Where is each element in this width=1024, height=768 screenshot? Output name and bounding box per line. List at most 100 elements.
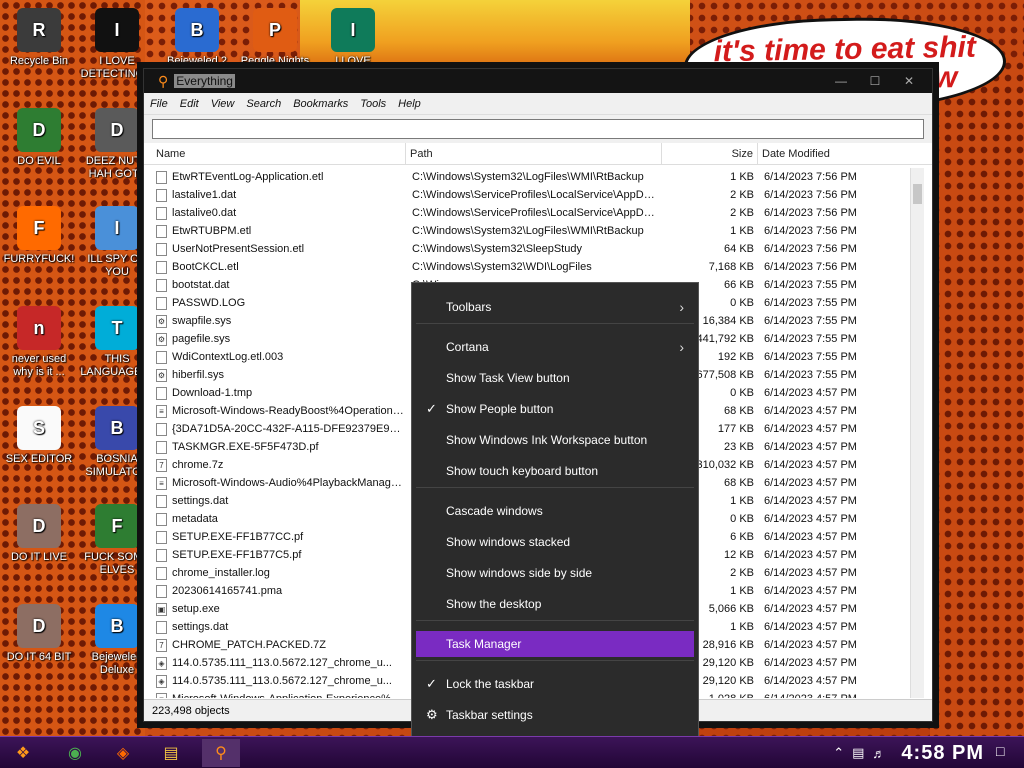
file-size: 2 KB	[730, 189, 754, 201]
file-date: 6/14/2023 7:56 PM	[764, 243, 857, 255]
table-row[interactable]: lastalive1.dat C:\Windows\ServiceProfiles…	[152, 186, 910, 204]
chrome-icon[interactable]: ◉	[56, 739, 94, 767]
search-input[interactable]	[152, 119, 924, 139]
context-menu-item[interactable]: Cortana ›	[416, 334, 694, 360]
file-date: 6/14/2023 7:55 PM	[764, 333, 857, 345]
firefox-icon: F	[17, 206, 61, 250]
file-name: swapfile.sys	[172, 315, 232, 327]
file-name: bootstat.dat	[172, 279, 230, 291]
context-menu-label: Show Task View button	[446, 371, 570, 385]
desktop-icon[interactable]: P Peggle Nights	[238, 8, 312, 68]
context-menu-item[interactable]: ✓ Lock the taskbar	[416, 671, 694, 697]
menu-bookmarks[interactable]: Bookmarks	[293, 98, 348, 110]
everything-search-icon[interactable]: ⚲	[202, 739, 240, 767]
file-name: Microsoft-Windows-ReadyBoost%4Operationa…	[172, 405, 404, 417]
context-menu-item[interactable]: Toolbars ›	[416, 294, 694, 320]
table-row[interactable]: EtwRTUBPM.etl C:\Windows\System32\LogFile…	[152, 222, 910, 240]
search-bar	[144, 115, 932, 143]
minimize-button[interactable]: —	[824, 69, 858, 93]
close-button[interactable]: ✕	[892, 69, 926, 93]
volume-icon[interactable]: ♬	[872, 746, 885, 761]
file-path: C:\Windows\ServiceProfiles\LocalService\…	[412, 189, 660, 201]
list-header: Name Path Size Date Modified	[144, 143, 932, 165]
chevron-up-icon[interactable]: ⌃	[833, 745, 844, 761]
sys-file-icon: ⚙	[156, 315, 167, 328]
file-date: 6/14/2023 7:56 PM	[764, 189, 857, 201]
table-row[interactable]: lastalive0.dat C:\Windows\ServiceProfiles…	[152, 204, 910, 222]
desktop-icon[interactable]: I I LOVE	[316, 8, 390, 68]
file-icon	[156, 423, 167, 436]
context-menu-item[interactable]: Task Manager	[416, 631, 694, 657]
file-icon	[156, 297, 167, 310]
context-menu-item[interactable]: Show touch keyboard button	[416, 458, 694, 484]
desktop-icon[interactable]: F FURRYFUCK!	[2, 206, 76, 266]
menu-search[interactable]: Search	[246, 98, 281, 110]
table-row[interactable]: UserNotPresentSession.etl C:\Windows\Syst…	[152, 240, 910, 258]
start-icon[interactable]: ❖	[4, 739, 42, 767]
menu-view[interactable]: View	[211, 98, 235, 110]
context-menu-item[interactable]: Cascade windows	[416, 498, 694, 524]
desktop-icon[interactable]: S SEX EDITOR	[2, 406, 76, 466]
notification-icon[interactable]: □	[996, 743, 1016, 763]
context-menu-label: Show windows stacked	[446, 535, 571, 549]
desktop-icon-label: Peggle Nights	[240, 55, 310, 67]
clock[interactable]: 4:58 PM	[901, 742, 984, 765]
object-count: 223,498 objects	[152, 705, 230, 717]
file-date: 6/14/2023 7:56 PM	[764, 225, 857, 237]
context-menu-item[interactable]: ⚙ Taskbar settings	[416, 702, 694, 728]
file-explorer-icon[interactable]: ▤	[152, 739, 190, 767]
file-name: chrome.7z	[172, 459, 224, 471]
file-name: Microsoft-Windows-Application-Experience…	[172, 690, 404, 698]
file-name: CHROME_PATCH.PACKED.7Z	[172, 639, 327, 651]
file-name: EtwRTUBPM.etl	[172, 225, 252, 237]
file-date: 6/14/2023 4:57 PM	[764, 675, 857, 687]
column-header-path[interactable]: Path	[406, 143, 662, 165]
portrait-icon: D	[17, 504, 61, 548]
file-icon	[156, 387, 167, 400]
vertical-scrollbar[interactable]	[910, 168, 924, 698]
scrollbar-thumb[interactable]	[913, 184, 922, 204]
context-menu-item[interactable]: Show windows side by side	[416, 560, 694, 586]
file-size: 1 KB	[730, 225, 754, 237]
context-menu-item[interactable]: Show the desktop	[416, 591, 694, 617]
title-bar[interactable]: ⚲ Everything — ☐ ✕	[144, 69, 932, 93]
table-row[interactable]: EtwRTEventLog-Application.etl C:\Windows\…	[152, 168, 910, 186]
menu-tools[interactable]: Tools	[360, 98, 386, 110]
menu-help[interactable]: Help	[398, 98, 421, 110]
file-name: settings.dat	[172, 621, 229, 633]
desktop-icon[interactable]: D DO IT 64 BIT	[2, 604, 76, 664]
table-row[interactable]: BootCKCL.etl C:\Windows\System32\WDI\LogF…	[152, 258, 910, 276]
desktop-icon[interactable]: D DO EVIL	[2, 108, 76, 168]
context-menu-item[interactable]: ✓ Show People button	[416, 396, 694, 422]
file-name: Download-1.tmp	[172, 387, 253, 399]
file-date: 6/14/2023 4:57 PM	[764, 477, 857, 489]
event-log-icon: ≡	[156, 477, 167, 490]
context-menu-item[interactable]: Show Windows Ink Workspace button	[416, 427, 694, 453]
mine-icon: B	[95, 406, 139, 450]
desktop-icon[interactable]: R Recycle Bin	[2, 8, 76, 68]
file-date: 6/14/2023 4:57 PM	[764, 531, 857, 543]
desktop-icon[interactable]: n never used why is it ...	[2, 306, 76, 379]
file-icon	[156, 351, 167, 364]
menu-file[interactable]: File	[150, 98, 168, 110]
file-date: 6/14/2023 7:55 PM	[764, 315, 857, 327]
column-header-name[interactable]: Name	[152, 143, 406, 165]
menu-edit[interactable]: Edit	[180, 98, 199, 110]
sys-file-icon: ⚙	[156, 369, 167, 382]
file-date: 6/14/2023 7:56 PM	[764, 207, 857, 219]
column-header-size[interactable]: Size	[662, 143, 758, 165]
devcpp-icon: n	[17, 306, 61, 350]
desktop-icon[interactable]: B Bejeweled 2	[160, 8, 234, 68]
file-name: setup.exe	[172, 603, 220, 615]
column-header-date[interactable]: Date Modified	[758, 143, 912, 165]
context-menu-item[interactable]: Show Task View button	[416, 365, 694, 391]
package-icon: ◈	[156, 657, 167, 670]
context-menu-item[interactable]: Show windows stacked	[416, 529, 694, 555]
firefox-icon[interactable]: ◈	[104, 739, 142, 767]
maximize-button[interactable]: ☐	[858, 69, 892, 93]
file-name: 114.0.5735.111_113.0.5672.127_chrome_u..…	[172, 657, 392, 669]
desktop-icon[interactable]: D DO IT LIVE	[2, 504, 76, 564]
context-menu-label: Show People button	[446, 402, 554, 416]
file-date: 6/14/2023 7:56 PM	[764, 171, 857, 183]
network-icon[interactable]: ▤	[852, 745, 864, 761]
